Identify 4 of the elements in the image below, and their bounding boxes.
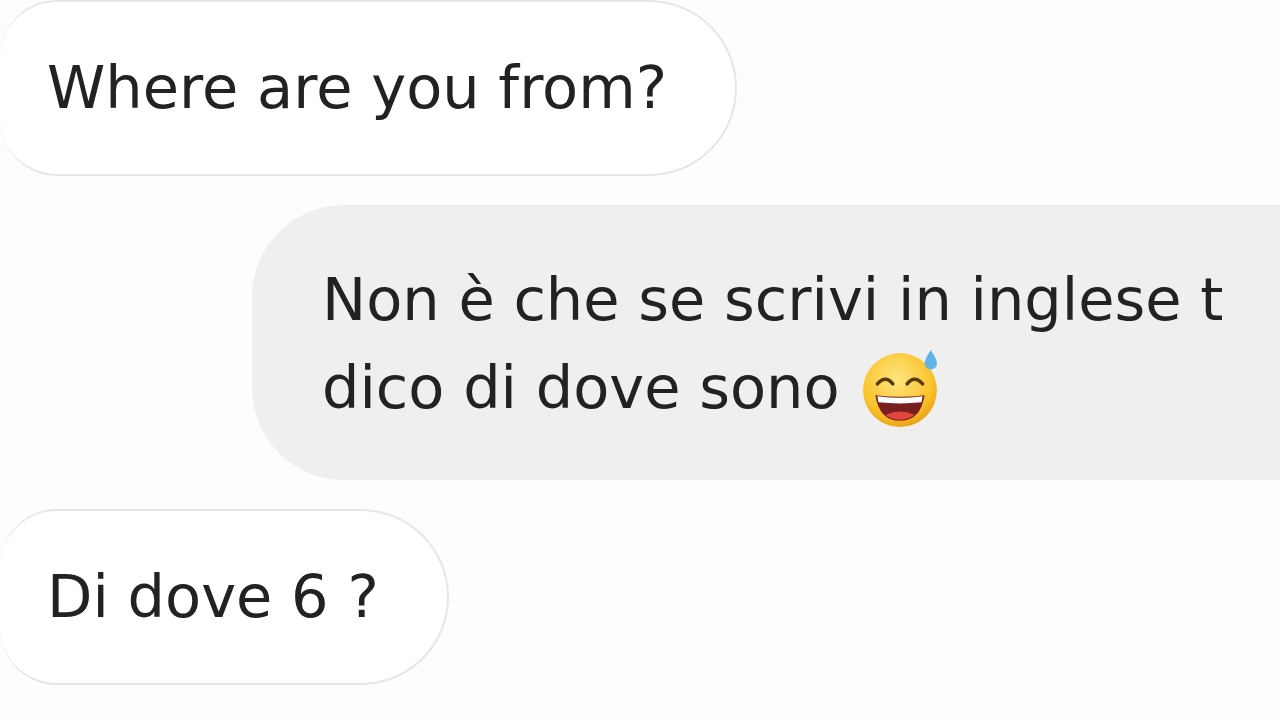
message-text: dico di dove sono xyxy=(322,352,840,424)
message-text: Di dove 6 ? xyxy=(47,561,379,633)
message-text: Non è che se scrivi in inglese t xyxy=(322,264,1224,336)
message-text: Where are you from? xyxy=(47,52,667,124)
